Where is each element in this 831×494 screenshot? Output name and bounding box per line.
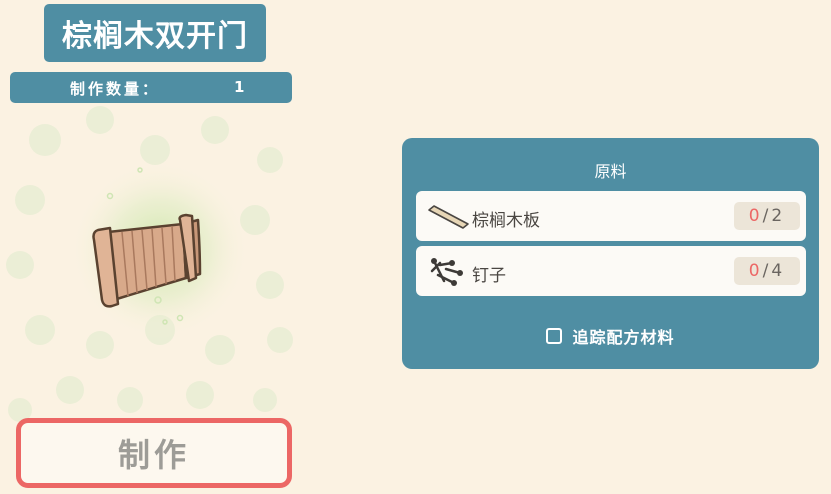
material-separator: / <box>762 261 772 281</box>
material-row[interactable]: 钉子 0 / 4 <box>416 246 806 296</box>
item-title: 棕榈木双开门 <box>44 4 266 62</box>
craft-button[interactable]: 制作 <box>16 418 292 488</box>
material-name: 钉子 <box>472 266 506 286</box>
material-have: 0 <box>748 206 763 226</box>
track-recipe-label: 追踪配方材料 <box>572 328 675 347</box>
material-have: 0 <box>748 261 763 281</box>
material-count: 0 / 2 <box>734 202 800 230</box>
plank-icon <box>428 205 469 229</box>
material-need: 2 <box>771 206 786 226</box>
material-name: 棕榈木板 <box>472 211 540 231</box>
track-recipe-checkbox[interactable] <box>546 328 563 344</box>
material-need: 4 <box>771 261 786 281</box>
quantity-value: 1 <box>234 78 245 96</box>
material-row[interactable]: 棕榈木板 0 / 2 <box>416 191 806 241</box>
material-count: 0 / 4 <box>734 257 800 285</box>
material-separator: / <box>762 206 772 226</box>
materials-header: 原料 <box>594 162 627 181</box>
nails-icon <box>430 258 463 286</box>
track-recipe-toggle[interactable]: 追踪配方材料 <box>402 324 819 348</box>
quantity-bar: 制作数量： 1 <box>10 72 292 103</box>
materials-panel: 原料 棕榈木板 0 / 2 钉子 0 / 4 追踪配方材料 <box>402 138 819 369</box>
palm-wood-double-door-icon <box>92 213 202 308</box>
quantity-label: 制作数量： <box>70 80 161 98</box>
